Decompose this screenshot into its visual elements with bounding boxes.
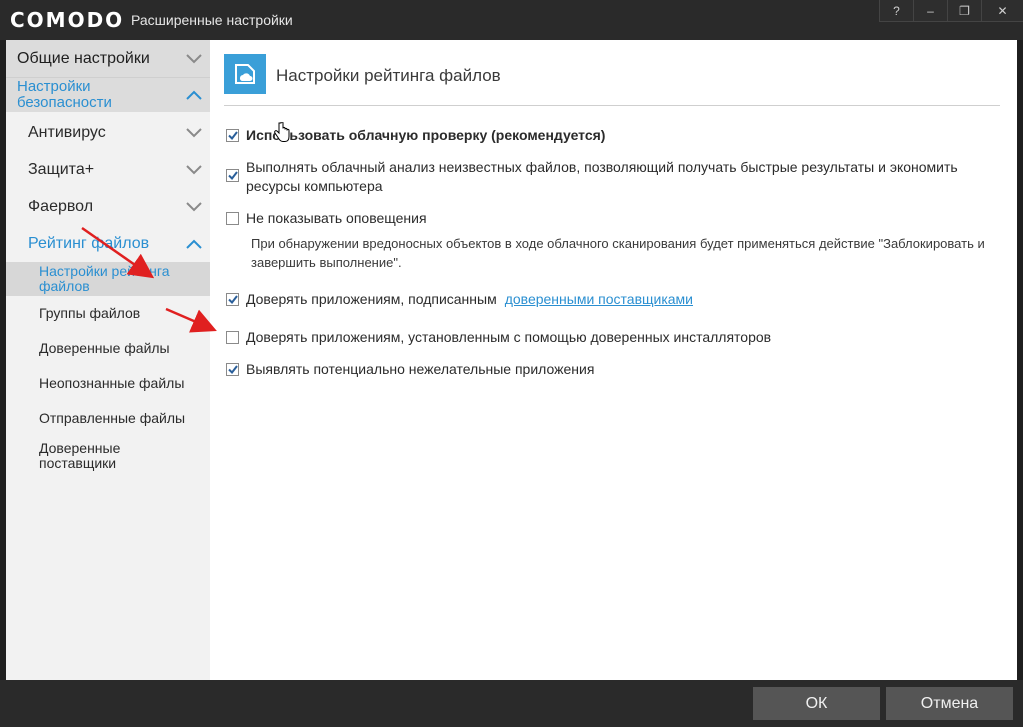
- sidebar-item-antivirus[interactable]: Антивирус: [6, 114, 210, 151]
- subitem-label: Группы файлов: [39, 305, 141, 321]
- subitem-label-line2: поставщики: [39, 455, 117, 471]
- sidebar-item-label: Рейтинг файлов: [28, 234, 150, 252]
- sidebar-item-label: Антивирус: [28, 123, 106, 141]
- subitem-label-line1: Доверенные: [39, 440, 121, 456]
- subitem-label: Неопознанные файлы: [39, 375, 185, 391]
- option-trust-signed-apps[interactable]: Доверять приложениям, подписанным довере…: [226, 290, 693, 309]
- footer-bar: ОК Отмена: [0, 680, 1023, 727]
- option-note: При обнаружении вредоносных объектов в х…: [251, 234, 1007, 272]
- restore-button[interactable]: ❐: [947, 0, 981, 22]
- subitem-label: Доверенные поставщики: [39, 441, 120, 471]
- trusted-vendors-link[interactable]: доверенными поставщиками: [505, 290, 693, 309]
- option-trust-installer-apps[interactable]: Доверять приложениям, установленным с по…: [226, 328, 771, 347]
- checkbox-checked[interactable]: [226, 293, 239, 306]
- cancel-button[interactable]: Отмена: [886, 687, 1013, 720]
- chevron-down-icon: [186, 164, 202, 174]
- checkbox-checked[interactable]: [226, 169, 239, 182]
- sidebar-item-label: Настройки безопасности: [17, 79, 112, 111]
- security-label-line2: безопасности: [17, 94, 112, 111]
- note-line1: При обнаружении вредоносных объектов в х…: [251, 236, 985, 251]
- page-title: Настройки рейтинга файлов: [276, 66, 501, 85]
- sidebar-subitem-trusted-vendors[interactable]: Доверенные поставщики: [6, 436, 210, 476]
- sidebar-subitem-file-groups[interactable]: Группы файлов: [6, 296, 210, 331]
- option-label: Доверять приложениям, установленным с по…: [246, 329, 772, 345]
- sidebar: Общие настройки Настройки безопасности А…: [6, 40, 210, 680]
- header-divider: [224, 105, 1000, 106]
- checkbox-checked[interactable]: [226, 129, 239, 142]
- subitem-label: Настройки рейтинга файлов: [39, 264, 169, 294]
- subitem-label-line2: файлов: [39, 278, 90, 294]
- option-use-cloud-check[interactable]: Использовать облачную проверку (рекоменд…: [226, 126, 605, 145]
- option-label: Выполнять облачный анализ неизвестных фа…: [246, 158, 958, 196]
- sidebar-item-label: Защита+: [28, 160, 95, 178]
- security-label-line1: Настройки: [17, 78, 91, 95]
- subitem-label: Отправленные файлы: [39, 410, 186, 426]
- cloud-file-icon: [224, 54, 266, 94]
- chevron-down-icon: [186, 201, 202, 211]
- option-cloud-analysis[interactable]: Выполнять облачный анализ неизвестных фа…: [226, 158, 1006, 196]
- subitem-label: Доверенные файлы: [39, 340, 170, 356]
- sidebar-item-firewall[interactable]: Фаервол: [6, 188, 210, 225]
- ok-button[interactable]: ОК: [753, 687, 880, 720]
- option-label: Доверять приложениям, подписанным: [246, 291, 497, 307]
- option-label: Не показывать оповещения: [246, 210, 427, 226]
- sidebar-subitem-file-rating-settings[interactable]: Настройки рейтинга файлов: [6, 262, 210, 296]
- chevron-down-icon: [186, 53, 202, 63]
- note-line2: завершить выполнение".: [251, 255, 402, 270]
- sidebar-item-label: Фаервол: [28, 197, 94, 215]
- close-button[interactable]: ✕: [981, 0, 1023, 22]
- option-hide-alerts[interactable]: Не показывать оповещения: [226, 209, 427, 228]
- option-label: Выявлять потенциально нежелательные прил…: [246, 361, 595, 377]
- checkbox-unchecked[interactable]: [226, 212, 239, 225]
- comodo-logo: COMODO: [10, 8, 125, 32]
- sidebar-item-security[interactable]: Настройки безопасности: [6, 78, 210, 112]
- sidebar-item-general[interactable]: Общие настройки: [6, 40, 210, 78]
- title-bar: COMODO Расширенные настройки ? – ❐ ✕: [0, 0, 1023, 40]
- sidebar-item-label: Общие настройки: [17, 49, 150, 67]
- chevron-up-icon: [186, 239, 202, 249]
- sidebar-subitem-trusted-files[interactable]: Доверенные файлы: [6, 331, 210, 366]
- window-controls: ? – ❐ ✕: [879, 0, 1023, 22]
- subitem-label-line1: Настройки рейтинга: [39, 263, 170, 279]
- sidebar-subitem-unrecognized-files[interactable]: Неопознанные файлы: [6, 366, 210, 401]
- sidebar-subitem-submitted-files[interactable]: Отправленные файлы: [6, 401, 210, 436]
- chevron-down-icon: [186, 127, 202, 137]
- window-title: Расширенные настройки: [131, 12, 293, 28]
- option-label-line1: Выполнять облачный анализ неизвестных фа…: [246, 159, 958, 175]
- chevron-up-icon: [186, 90, 202, 100]
- option-detect-pua[interactable]: Выявлять потенциально нежелательные прил…: [226, 360, 594, 379]
- sidebar-item-file-rating[interactable]: Рейтинг файлов: [6, 225, 210, 262]
- checkbox-checked[interactable]: [226, 363, 239, 376]
- content-panel: Настройки рейтинга файлов Использовать о…: [210, 40, 1017, 680]
- option-label-line2: ресурсы компьютера: [246, 178, 383, 194]
- checkbox-unchecked[interactable]: [226, 331, 239, 344]
- help-button[interactable]: ?: [879, 0, 913, 22]
- sidebar-item-protection[interactable]: Защита+: [6, 151, 210, 188]
- minimize-button[interactable]: –: [913, 0, 947, 22]
- option-label: Использовать облачную проверку (рекоменд…: [246, 127, 606, 143]
